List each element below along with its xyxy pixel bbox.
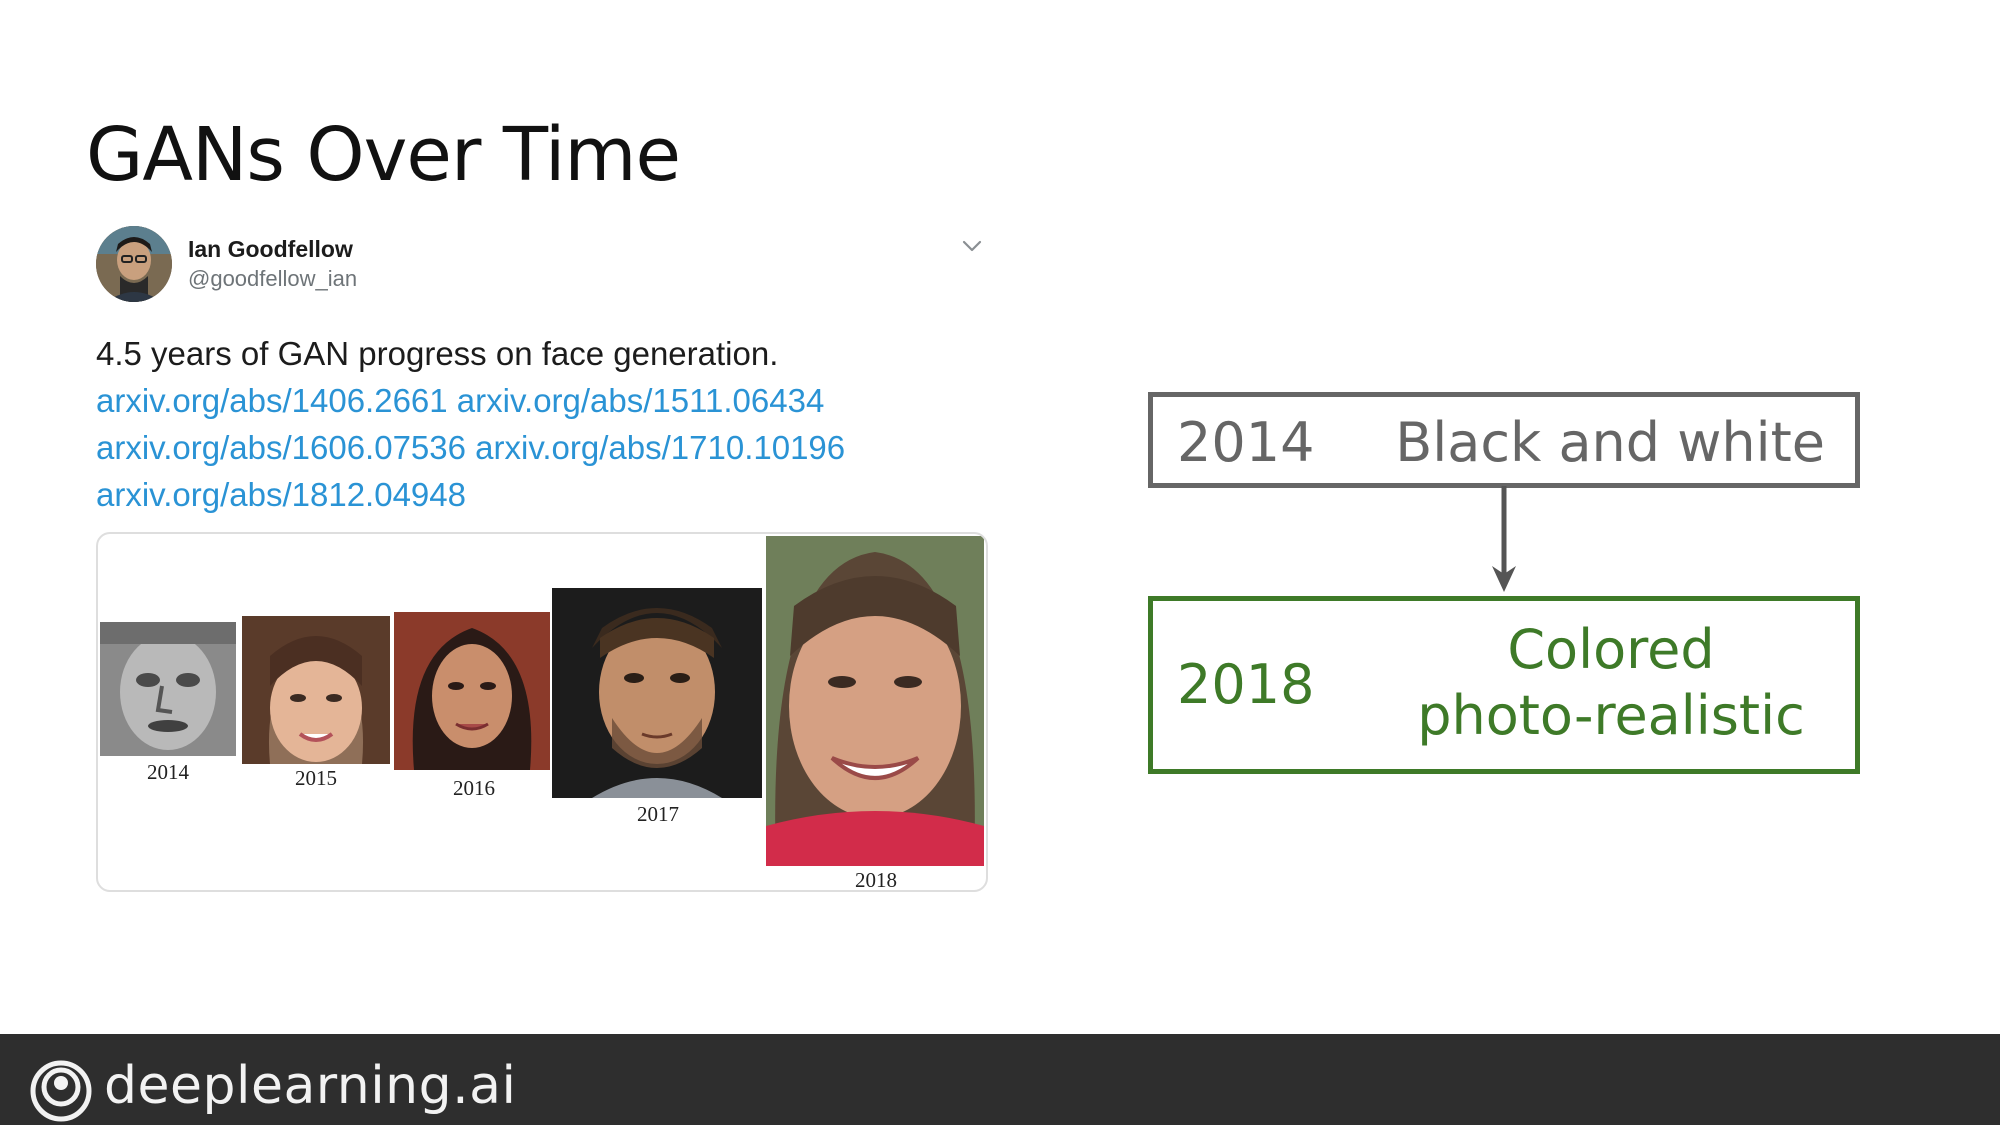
face-image-2018 [766,536,984,866]
flow-to-description-line1: Colored [1507,618,1715,681]
tweet-text: 4.5 years of GAN progress on face genera… [96,330,976,518]
flow-box-2018: 2018 Colored photo-realistic [1148,596,1860,774]
face-image-2017 [552,588,762,798]
slide-title: GANs Over Time [86,112,681,198]
tweet-body-text: 4.5 years of GAN progress on face genera… [96,335,779,372]
face-year-label: 2016 [453,776,495,800]
flow-to-year: 2018 [1177,653,1315,716]
deeplearning-logo-icon [30,1060,92,1122]
brand-name: deeplearning.ai [104,1056,517,1116]
tweet-link[interactable]: arxiv.org/abs/1406.2661 [96,382,448,419]
face-image-2015 [242,616,390,764]
tweet-link[interactable]: arxiv.org/abs/1606.07536 [96,429,466,466]
face-image-2014 [100,622,236,756]
face-year-label: 2017 [637,802,679,826]
flow-box-2014: 2014 Black and white [1148,392,1860,488]
flow-from-description: Black and white [1395,411,1825,474]
face-year-label: 2018 [855,868,897,892]
tweet-media-card[interactable]: 2014 2015 2016 2017 2018 [96,532,988,892]
tweet-link[interactable]: arxiv.org/abs/1511.06434 [457,382,825,419]
flow-to-description: Colored photo-realistic [1401,617,1821,749]
tweet-card: Ian Goodfellow @goodfellow_ian 4.5 years… [94,226,994,896]
face-year-label: 2015 [295,766,337,790]
face-image-2016 [394,612,550,770]
tweet-link[interactable]: arxiv.org/abs/1710.10196 [475,429,845,466]
footer-bar: deeplearning.ai [0,1034,2000,1125]
flow-to-description-line2: photo-realistic [1417,684,1805,747]
tweet-author-name[interactable]: Ian Goodfellow [188,236,353,263]
face-year-label: 2014 [147,760,189,784]
chevron-down-icon[interactable] [960,234,984,258]
tweet-author-handle[interactable]: @goodfellow_ian [188,266,357,292]
author-avatar[interactable] [96,226,172,302]
flow-arrow-icon [1486,486,1522,598]
flow-from-year: 2014 [1177,411,1315,474]
tweet-link[interactable]: arxiv.org/abs/1812.04948 [96,476,466,513]
